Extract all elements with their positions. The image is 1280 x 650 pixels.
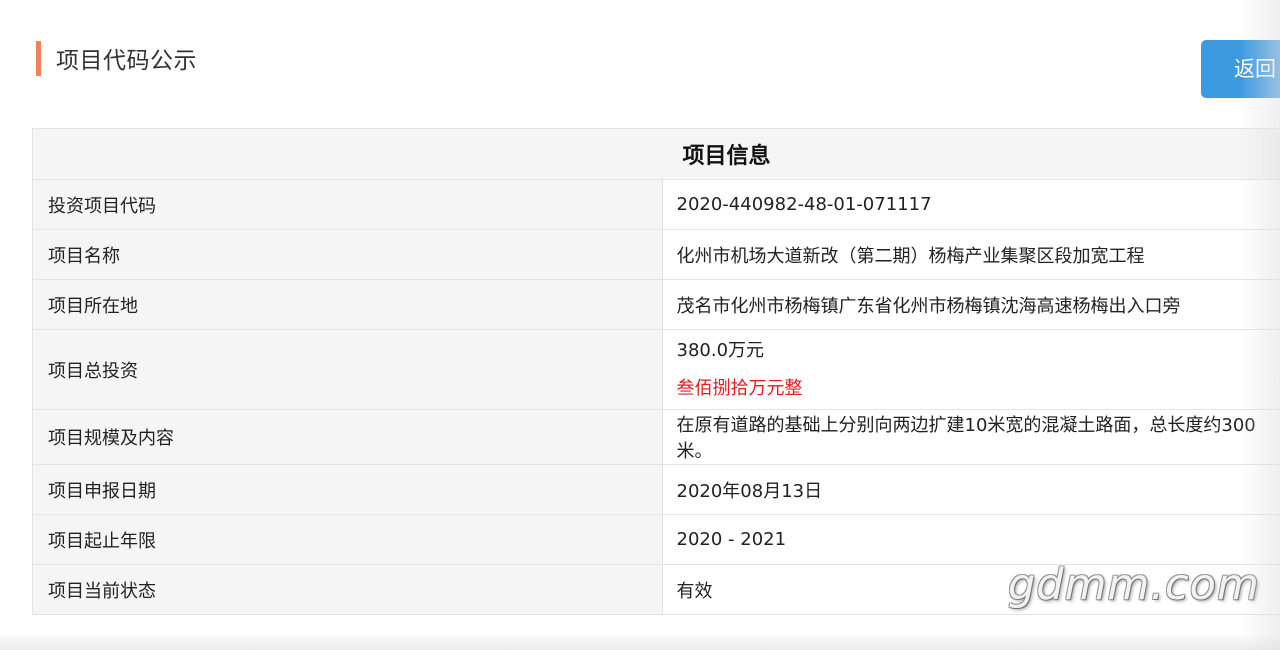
row-label-location: 项目所在地: [32, 279, 663, 330]
row-label-scale-content: 项目规模及内容: [32, 409, 663, 465]
table-row: 投资项目代码 2020-440982-48-01-071117: [32, 179, 1280, 230]
row-value-total-investment: 380.0万元 叁佰捌拾万元整: [661, 329, 1280, 410]
back-button[interactable]: 返回: [1201, 40, 1280, 98]
row-label-total-investment: 项目总投资: [32, 329, 663, 410]
table-row: 项目所在地 茂名市化州市杨梅镇广东省化州市杨梅镇沈海高速杨梅出入口旁: [32, 279, 1280, 330]
table-row: 项目名称 化州市机场大道新改（第二期）杨梅产业集聚区段加宽工程: [32, 229, 1280, 280]
table-row: 项目总投资 380.0万元 叁佰捌拾万元整: [32, 329, 1280, 410]
row-value-project-code: 2020-440982-48-01-071117: [661, 179, 1280, 230]
row-value-report-date: 2020年08月13日: [661, 464, 1280, 515]
table-header-row: 项目信息: [32, 128, 1280, 180]
table-row: 项目规模及内容 在原有道路的基础上分别向两边扩建10米宽的混凝土路面，总长度约3…: [32, 409, 1280, 465]
row-value-location: 茂名市化州市杨梅镇广东省化州市杨梅镇沈海高速杨梅出入口旁: [661, 279, 1280, 330]
bottom-shadow: [0, 636, 1280, 650]
table-row: 项目申报日期 2020年08月13日: [32, 464, 1280, 515]
row-label-project-name: 项目名称: [32, 229, 663, 280]
row-label-period: 项目起止年限: [32, 514, 663, 565]
project-info-table: 项目信息 投资项目代码 2020-440982-48-01-071117 项目名…: [32, 128, 1280, 615]
row-label-status: 项目当前状态: [32, 564, 663, 615]
row-value-period: 2020 - 2021: [661, 514, 1280, 565]
row-label-report-date: 项目申报日期: [32, 464, 663, 515]
watermark-logo: gdmm.com: [1008, 560, 1260, 610]
investment-amount-chinese: 叁佰捌拾万元整: [676, 377, 803, 399]
page: 项目代码公示 返回 项目信息 投资项目代码 2020-440982-48-01-…: [0, 0, 1280, 650]
heading-accent-bar: [36, 40, 41, 76]
investment-amount: 380.0万元: [676, 339, 765, 361]
row-value-scale-content: 在原有道路的基础上分别向两边扩建10米宽的混凝土路面，总长度约300米。: [661, 409, 1280, 465]
table-title: 项目信息: [32, 128, 1280, 180]
page-title: 项目代码公示: [56, 48, 197, 74]
table-row: 项目起止年限 2020 - 2021: [32, 514, 1280, 565]
row-value-project-name: 化州市机场大道新改（第二期）杨梅产业集聚区段加宽工程: [661, 229, 1280, 280]
row-label-project-code: 投资项目代码: [32, 179, 663, 230]
page-heading: 项目代码公示: [36, 40, 197, 76]
